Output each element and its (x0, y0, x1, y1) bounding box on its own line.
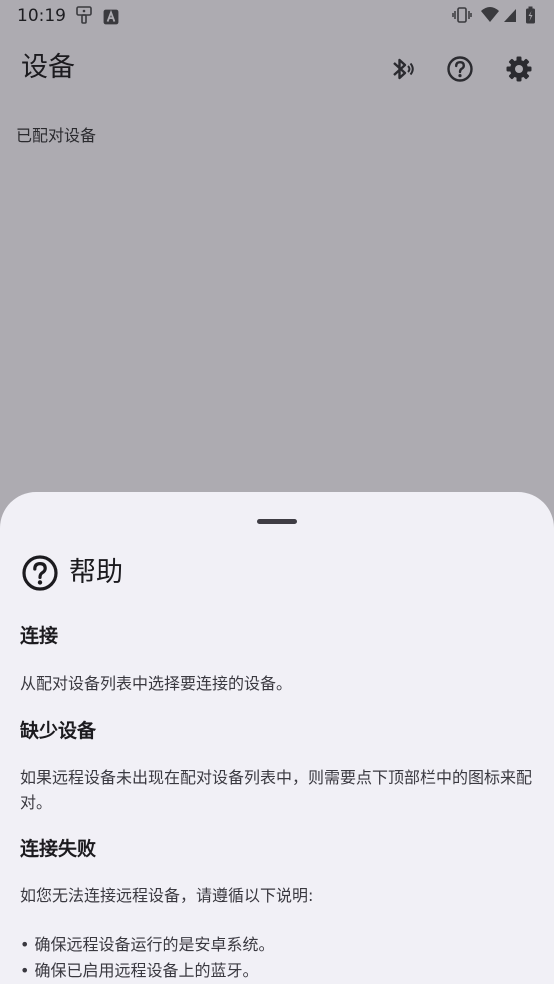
settings-button[interactable] (502, 52, 536, 86)
section-body-connect: 从配对设备列表中选择要连接的设备。 (20, 674, 293, 693)
bluetooth-button[interactable] (384, 52, 418, 86)
section-heading-connect: 连接 (20, 625, 59, 647)
wifi-icon (481, 7, 499, 22)
settings-icon (506, 56, 532, 82)
drag-handle[interactable] (257, 519, 297, 524)
page-title: 设备 (21, 52, 75, 83)
help-button[interactable] (443, 52, 477, 86)
help-icon (22, 555, 58, 591)
signal-icon (504, 9, 516, 22)
battery-icon (526, 6, 535, 24)
section-heading-missing-device: 缺少设备 (20, 720, 97, 742)
section-heading-connect-failed: 连接失败 (20, 838, 97, 860)
vibrate-icon (452, 7, 472, 23)
status-bar: 10:19 (0, 0, 554, 32)
help-icon (447, 56, 473, 82)
sheet-title: 帮助 (69, 557, 123, 588)
fingerprint-icon (76, 6, 92, 24)
help-bottom-sheet: 帮助 连接 从配对设备列表中选择要连接的设备。 缺少设备 如果远程设备未出现在配… (0, 492, 554, 984)
bluetooth-icon (393, 58, 414, 80)
bullet-item: • 确保远程设备运行的是安卓系统。 (20, 935, 275, 954)
status-time: 10:19 (17, 6, 66, 26)
paired-devices-label: 已配对设备 (16, 126, 97, 145)
text-a-icon (103, 9, 119, 25)
section-body-connect-failed: 如您无法连接远程设备，请遵循以下说明: (20, 886, 314, 905)
bullet-item: • 确保已启用远程设备上的蓝牙。 (20, 961, 259, 980)
section-body-missing-device: 如果远程设备未出现在配对设备列表中，则需要点下顶部栏中的图标来配对。 (20, 768, 533, 812)
